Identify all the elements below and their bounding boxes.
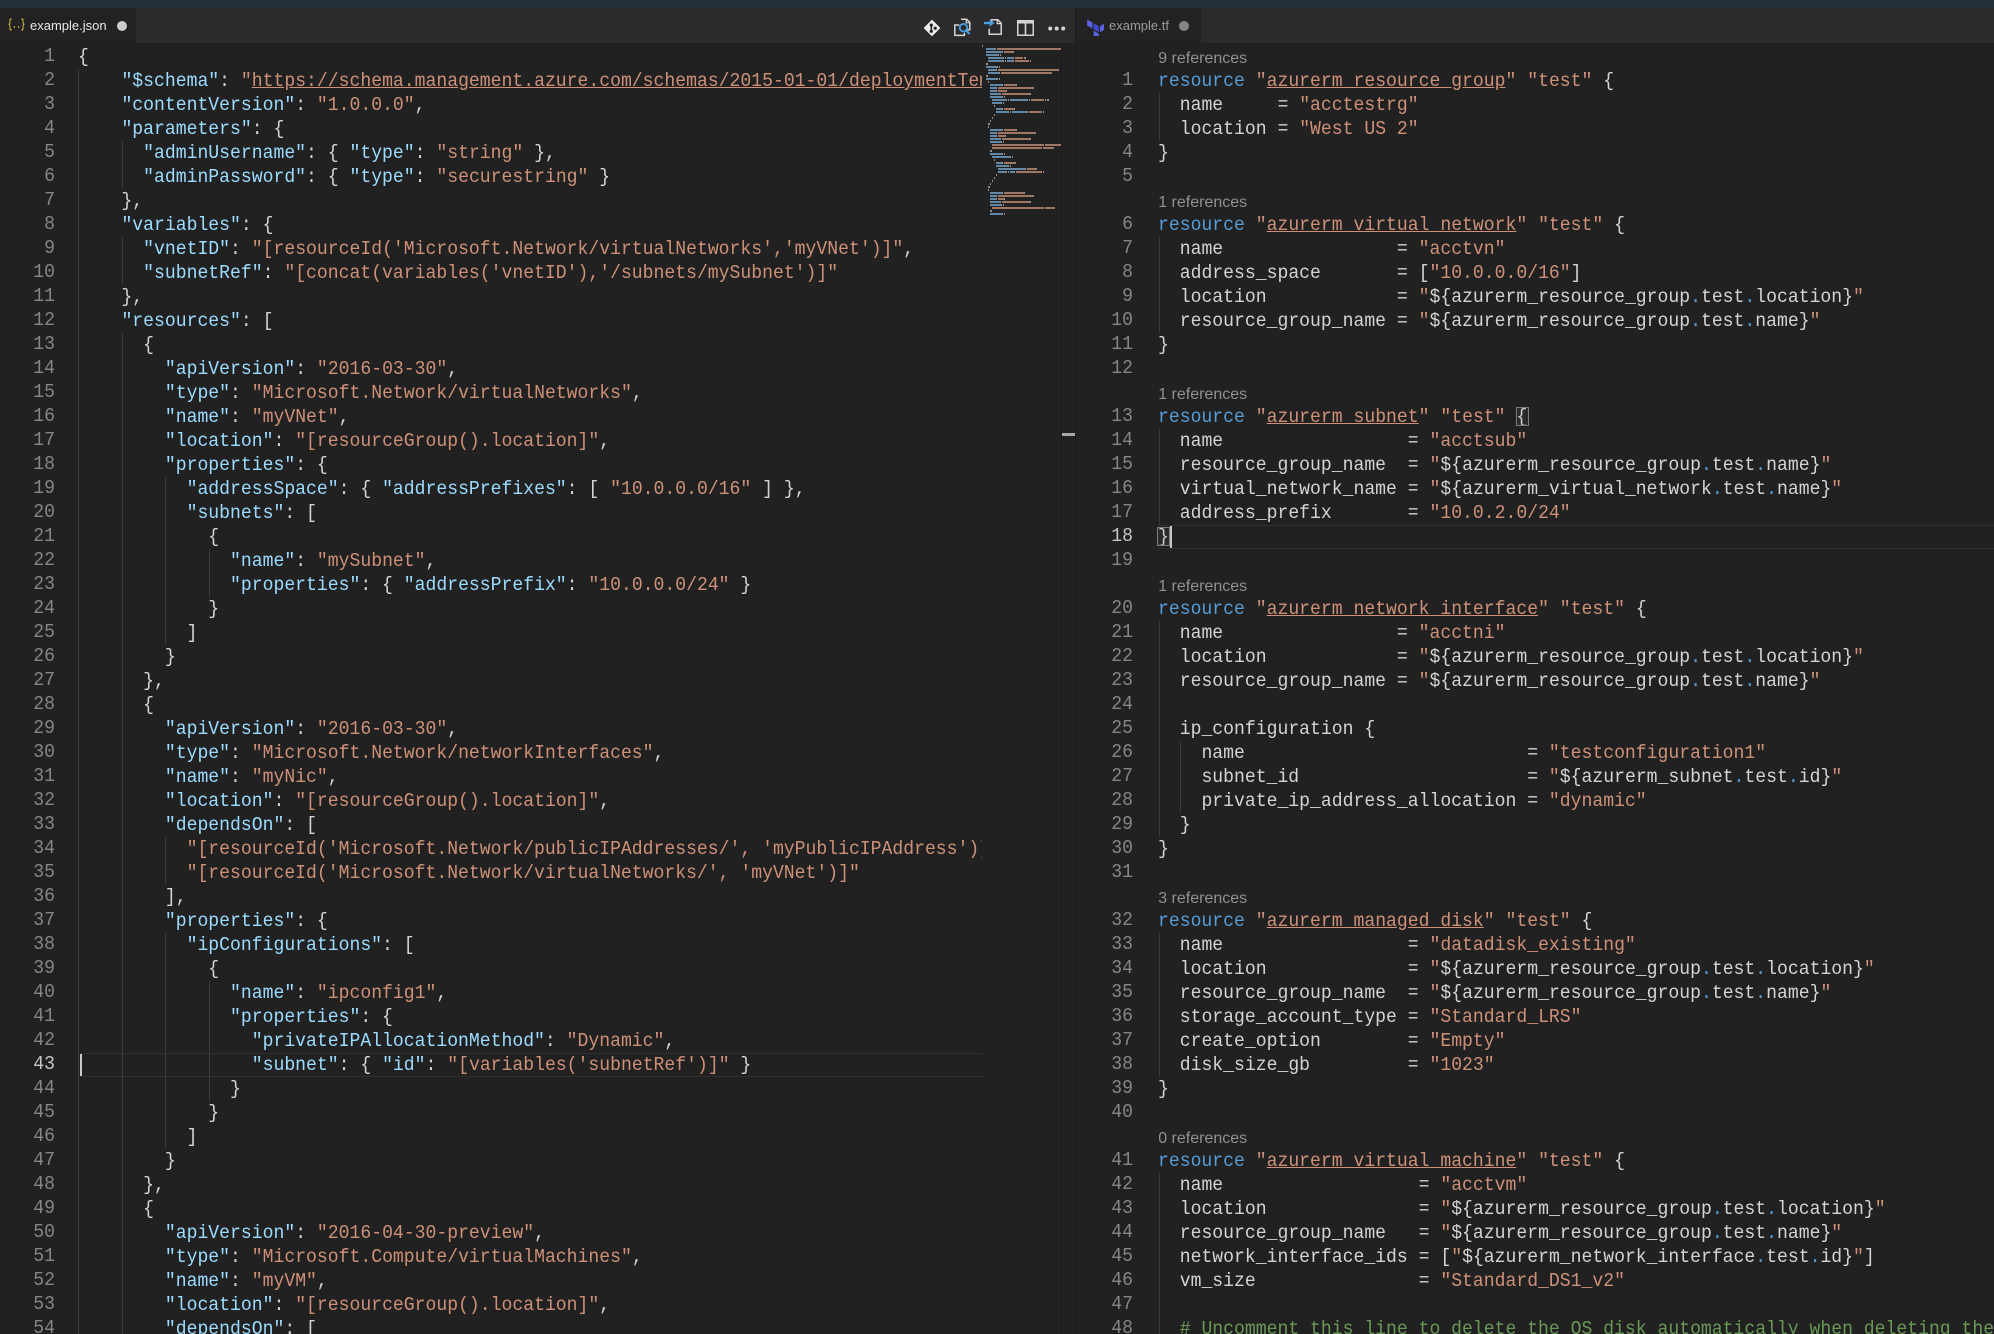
- svg-text:{..}: {..}: [8, 17, 25, 32]
